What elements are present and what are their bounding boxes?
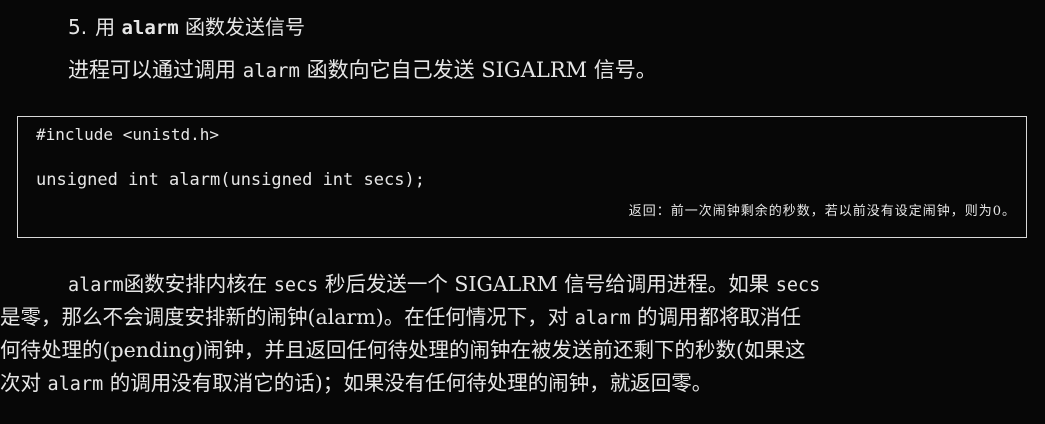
paragraph-text: 次对 — [0, 371, 41, 395]
intro-sentence: 进程可以通过调用 alarm 函数向它自己发送 SIGALRM 信号。 — [68, 56, 657, 85]
heading-text-post: 函数发送信号 — [185, 15, 306, 39]
inline-code: alarm — [574, 308, 631, 329]
paragraph-line-1: alarm函数安排内核在 secs 秒后发送一个 SIGALRM 信号给调用进程… — [0, 268, 1045, 301]
include-line: #include <unistd.h> — [36, 125, 220, 144]
section-heading: 5. 用 alarm 函数发送信号 — [68, 14, 305, 41]
heading-text-pre: 用 — [95, 15, 116, 39]
paragraph-line-4: 次对 alarm 的调用没有取消它的话)；如果没有任何待处理的闹钟，就返回零。 — [0, 367, 1045, 400]
return-description: 返回：前一次闹钟剩余的秒数，若以前没有设定闹钟，则为0。 — [628, 204, 1016, 219]
section-number: 5. — [68, 15, 88, 39]
document-page: 5. 用 alarm 函数发送信号 进程可以通过调用 alarm 函数向它自己发送… — [0, 0, 1045, 424]
paragraph-text: 函数安排内核在 — [123, 272, 268, 296]
prototype-line: unsigned int alarm(unsigned int secs); — [36, 170, 425, 190]
intro-code: alarm — [242, 60, 300, 82]
function-prototype-box: #include <unistd.h> unsigned int alarm(u… — [17, 116, 1027, 238]
paragraph-text: 的调用没有取消它的话)；如果没有任何待处理的闹钟，就返回零。 — [109, 371, 713, 395]
paragraph-text: 是零，那么不会调度安排新的闹钟(alarm)。在任何情况下，对 — [0, 305, 569, 329]
inline-code: secs — [775, 275, 821, 296]
inline-code: alarm — [47, 374, 104, 395]
inline-code: secs — [273, 275, 319, 296]
paragraph-line-3: 何待处理的(pending)闹钟，并且返回任何待处理的闹钟在被发送前还剩下的秒数… — [0, 334, 1045, 367]
paragraph-text: 的调用都将取消任 — [637, 305, 801, 329]
paragraph-text: 秒后发送一个 SIGALRM 信号给调用进程。如果 — [324, 272, 770, 296]
inline-code: alarm — [68, 275, 124, 296]
paragraph-text: 何待处理的(pending)闹钟，并且返回任何待处理的闹钟在被发送前还剩下的秒数… — [0, 338, 806, 362]
heading-code: alarm — [121, 17, 179, 39]
body-paragraph: alarm函数安排内核在 secs 秒后发送一个 SIGALRM 信号给调用进程… — [0, 268, 1045, 400]
intro-text-pre: 进程可以通过调用 — [68, 58, 236, 82]
paragraph-line-2: 是零，那么不会调度安排新的闹钟(alarm)。在任何情况下，对 alarm 的调… — [0, 301, 1045, 334]
intro-text-post: 函数向它自己发送 SIGALRM 信号。 — [306, 58, 657, 82]
